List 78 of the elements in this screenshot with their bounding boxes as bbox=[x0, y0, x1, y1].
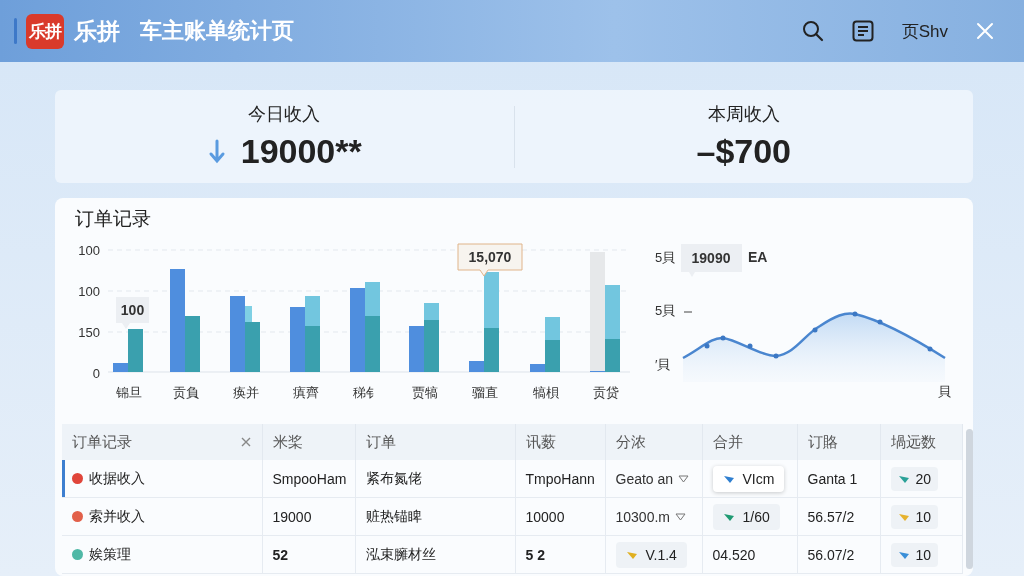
table-cell: 紧布氮佬 bbox=[365, 469, 422, 486]
table-cell: Ganta 1 bbox=[807, 470, 858, 487]
data-point bbox=[927, 346, 933, 352]
table-cell: 收据收入 bbox=[89, 469, 145, 488]
axis-label: 贡負 bbox=[173, 385, 199, 400]
scrollbar[interactable] bbox=[965, 429, 973, 569]
data-point bbox=[720, 335, 726, 341]
data-point bbox=[812, 327, 818, 333]
data-point bbox=[877, 319, 883, 325]
data-point bbox=[773, 353, 779, 359]
tooltip: 100 bbox=[116, 297, 149, 329]
card-title: 订单记录 bbox=[75, 207, 151, 231]
table-cell: 索并收入 bbox=[89, 507, 145, 526]
menu-link[interactable]: 页Shv bbox=[901, 19, 948, 43]
document-icon[interactable] bbox=[851, 20, 874, 42]
table-cell: TmpoHann bbox=[525, 470, 595, 487]
axis-label: 锦旦 bbox=[116, 385, 142, 400]
axis-label: 瘨齊 bbox=[293, 385, 319, 400]
column-header: 堝远数 bbox=[890, 432, 936, 452]
axis-label: 贡贷 bbox=[593, 385, 619, 400]
tag-label: 1/60 bbox=[742, 508, 770, 525]
app-logo: 乐拼 bbox=[26, 13, 64, 49]
axis-label: 貝 bbox=[938, 384, 951, 399]
stat-label: 今日收入 bbox=[248, 103, 321, 126]
axis-label: 0 bbox=[92, 366, 100, 381]
app-name: 乐拼 bbox=[74, 16, 120, 46]
column-header: 订单记录 bbox=[72, 432, 132, 452]
badge-count: 10 bbox=[915, 508, 932, 525]
table-cell: 10000 bbox=[525, 508, 565, 525]
stat-label: 本周收入 bbox=[707, 103, 780, 126]
data-point bbox=[852, 311, 858, 317]
tag-label: V.1.4 bbox=[645, 546, 677, 563]
table-cell: 19000 bbox=[272, 508, 312, 525]
table-cell: 赃热锚睥 bbox=[365, 507, 422, 524]
axis-label: 犒梖 bbox=[533, 385, 559, 400]
axis-label: 100 bbox=[78, 284, 100, 299]
bar bbox=[290, 307, 305, 372]
tooltip: 19090 bbox=[681, 244, 742, 277]
column-header: 订单 bbox=[365, 432, 396, 452]
search-icon[interactable] bbox=[801, 20, 824, 42]
column-header: 合并 bbox=[712, 432, 743, 452]
table-cell: 52 bbox=[272, 546, 289, 563]
bar bbox=[424, 320, 439, 372]
column-header: 分浓 bbox=[615, 432, 646, 452]
axis-label: 5貝 bbox=[655, 303, 676, 318]
column-header: 讯薮 bbox=[525, 432, 556, 452]
table-cell: 56.57/2 bbox=[807, 508, 855, 525]
table-cell: 泓束臃材丝 bbox=[365, 545, 436, 562]
dropdown[interactable]: 10300.m bbox=[615, 508, 686, 525]
caret-icon bbox=[675, 512, 686, 521]
close-icon[interactable] bbox=[239, 436, 252, 448]
table-cell: 娭策理 bbox=[89, 545, 131, 564]
table-cell: 56.07/2 bbox=[807, 546, 855, 563]
table-cell: 04.520 bbox=[712, 546, 756, 563]
axis-label: 5貝 bbox=[655, 250, 676, 265]
axis-label: 骝直 bbox=[472, 385, 498, 400]
table-cell: SmpooHam bbox=[272, 470, 347, 487]
data-point bbox=[704, 343, 710, 349]
column-header: 订賂 bbox=[807, 432, 838, 452]
axis-label: 稊钅 bbox=[353, 385, 379, 400]
badge-count: 10 bbox=[915, 546, 932, 563]
legend-label: EA bbox=[748, 249, 768, 265]
stat-value: –$700 bbox=[696, 132, 791, 171]
badge-count: 20 bbox=[915, 470, 932, 487]
window-title: 车主账单统计页 bbox=[140, 17, 294, 45]
dropdown[interactable]: Geato an bbox=[615, 470, 690, 487]
axis-label: 150 bbox=[78, 325, 100, 340]
axis-label: 100 bbox=[78, 243, 100, 258]
stat-value: 19000** bbox=[240, 132, 362, 171]
caret-icon bbox=[678, 474, 690, 483]
tooltip: 15,070 bbox=[457, 243, 523, 277]
axis-label: 痪并 bbox=[233, 385, 259, 400]
data-point bbox=[747, 343, 753, 349]
axis-label: ′貝 bbox=[655, 357, 671, 372]
table-cell: 5 2 bbox=[525, 546, 545, 563]
column-header: 米桨 bbox=[272, 432, 303, 452]
tag-label: VIcm bbox=[742, 470, 775, 487]
axis-label: 贾犒 bbox=[412, 385, 438, 400]
